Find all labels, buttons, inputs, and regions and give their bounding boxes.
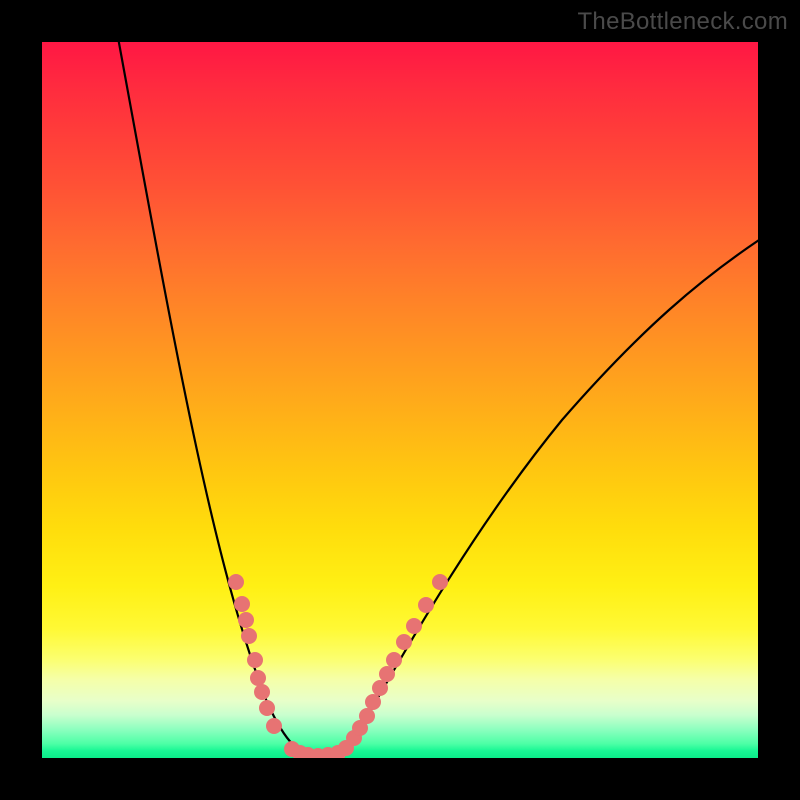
watermark-label: TheBottleneck.com <box>577 8 788 36</box>
data-point <box>359 708 375 724</box>
data-point <box>259 700 275 716</box>
plot-area <box>42 42 758 758</box>
data-point <box>406 618 422 634</box>
data-point <box>386 652 402 668</box>
data-point <box>432 574 448 590</box>
data-dots <box>228 574 448 758</box>
data-point <box>396 634 412 650</box>
chart-frame: TheBottleneck.com <box>0 0 800 800</box>
data-point <box>365 694 381 710</box>
data-point <box>234 596 250 612</box>
bottleneck-curve <box>117 42 758 756</box>
chart-svg <box>42 42 758 758</box>
data-point <box>372 680 388 696</box>
data-point <box>228 574 244 590</box>
data-point <box>241 628 257 644</box>
data-point <box>266 718 282 734</box>
data-point <box>238 612 254 628</box>
data-point <box>379 666 395 682</box>
data-point <box>254 684 270 700</box>
data-point <box>418 597 434 613</box>
data-point <box>247 652 263 668</box>
data-point <box>250 670 266 686</box>
